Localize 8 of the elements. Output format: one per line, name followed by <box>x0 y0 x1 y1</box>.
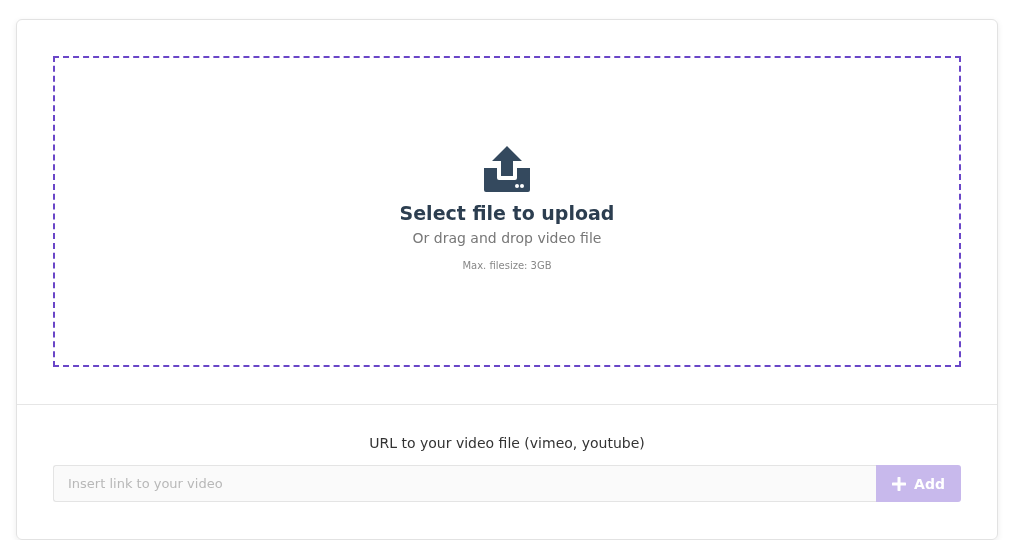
drop-zone[interactable]: Select file to upload Or drag and drop video file Max. filesize: 3GB <box>53 56 961 367</box>
url-label: URL to your video file (vimeo, youtube) <box>369 435 645 451</box>
upload-title: Select file to upload <box>399 202 615 224</box>
url-input-field[interactable]: Insert link to your video <box>53 465 876 502</box>
upload-subtitle: Or drag and drop video file <box>412 230 602 246</box>
upload-icon <box>484 146 530 192</box>
filesize-note: Max. filesize: 3GB <box>462 260 552 271</box>
plus-icon <box>892 476 907 491</box>
